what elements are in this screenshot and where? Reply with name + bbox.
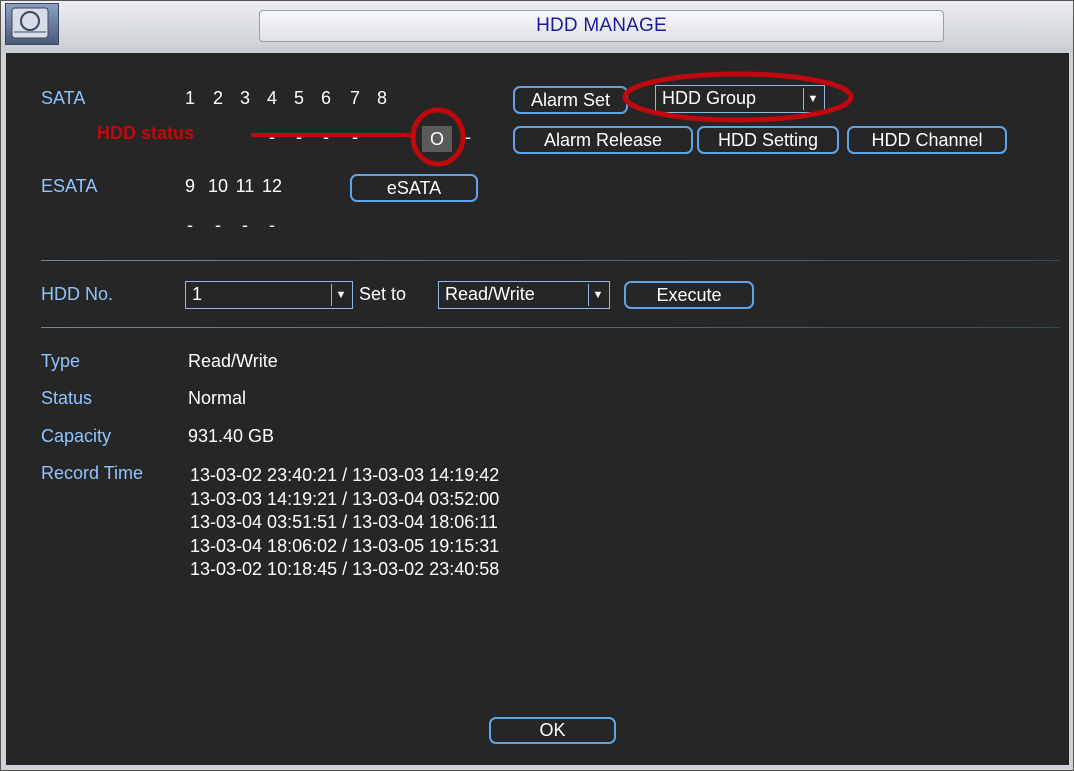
frame-right [1069,53,1073,768]
set-to-label: Set to [359,284,407,304]
record-time-entry: 13-03-02 23:40:21 / 13-03-03 14:19:42 [190,465,500,485]
execute-button[interactable]: Execute [624,281,754,309]
hdd-no-select[interactable]: 1 ▼ [185,281,353,309]
status-value: Normal [188,388,247,408]
window-title: HDD MANAGE [259,10,944,42]
sata-port-number: 8 [376,88,387,108]
sata-port-status: - [296,127,302,147]
hdd-app-icon [5,3,59,45]
record-time-entry: 13-03-04 03:51:51 / 13-03-04 18:06:11 [190,512,498,532]
esata-port-status: - [242,215,248,235]
window-title-text: HDD MANAGE [536,15,667,36]
record-time-label: Record Time [41,463,144,483]
record-time-entry: 13-03-04 18:06:02 / 13-03-05 19:15:31 [190,536,500,556]
chevron-down-icon[interactable]: ▼ [331,284,350,306]
esata-port-status: - [187,215,193,235]
annotation-overlay [251,71,854,167]
hdd-status-indicator[interactable]: O [422,126,452,152]
hdd-no-select-value: 1 [192,284,203,304]
sata-port-number: 3 [239,88,250,108]
frame-bottom [1,765,1073,770]
type-value: Read/Write [188,351,278,371]
record-time-entry: 13-03-03 14:19:21 / 13-03-04 03:52:00 [190,489,500,509]
set-to-select-value: Read/Write [445,284,535,304]
alarm-set-button[interactable]: Alarm Set [513,86,628,114]
hdd-group-select-value: HDD Group [662,88,757,108]
hdd-group-select[interactable]: HDD Group ▼ [655,85,825,113]
status-label: Status [41,388,93,408]
type-label: Type [41,351,81,371]
hdd-manage-window: HDD MANAGE SATA 1 2 3 4 5 6 7 8 - - - - … [0,0,1074,771]
sata-port-status: - [352,127,358,147]
esata-label: ESATA [41,176,98,196]
capacity-value: 931.40 GB [188,426,275,446]
esata-port-number: 11 [235,176,255,196]
sata-port-status: - [269,127,275,147]
hdd-no-label: HDD No. [41,284,114,304]
section-divider [41,327,1059,328]
title-bar: HDD MANAGE [1,1,1073,53]
esata-port-number: 10 [207,176,229,196]
capacity-label: Capacity [41,426,112,446]
sata-label: SATA [41,88,86,108]
hdd-setting-button[interactable]: HDD Setting [697,126,839,154]
sata-port-number: 6 [320,88,331,108]
chevron-down-icon[interactable]: ▼ [588,284,607,306]
record-time-entry: 13-03-02 10:18:45 / 13-03-02 23:40:58 [190,559,500,579]
frame-left [1,53,6,768]
hdd-status-annotation: HDD status [97,123,195,143]
esata-port-status: - [215,215,221,235]
alarm-release-button[interactable]: Alarm Release [513,126,693,154]
esata-button[interactable]: eSATA [350,174,478,202]
ok-button[interactable]: OK [489,717,616,744]
esata-port-number: 9 [184,176,195,196]
sata-port-number: 7 [349,88,360,108]
set-to-select[interactable]: Read/Write ▼ [438,281,610,309]
sata-port-status: - [465,127,471,147]
sata-port-number: 2 [212,88,223,108]
hdd-channel-button[interactable]: HDD Channel [847,126,1007,154]
sata-port-number: 1 [184,88,195,108]
sata-port-number: 4 [266,88,277,108]
sata-port-status: - [323,127,329,147]
esata-port-status: - [269,215,275,235]
sata-port-number: 5 [293,88,304,108]
section-divider [41,260,1059,261]
esata-port-number: 12 [261,176,283,196]
chevron-down-icon[interactable]: ▼ [803,88,822,110]
